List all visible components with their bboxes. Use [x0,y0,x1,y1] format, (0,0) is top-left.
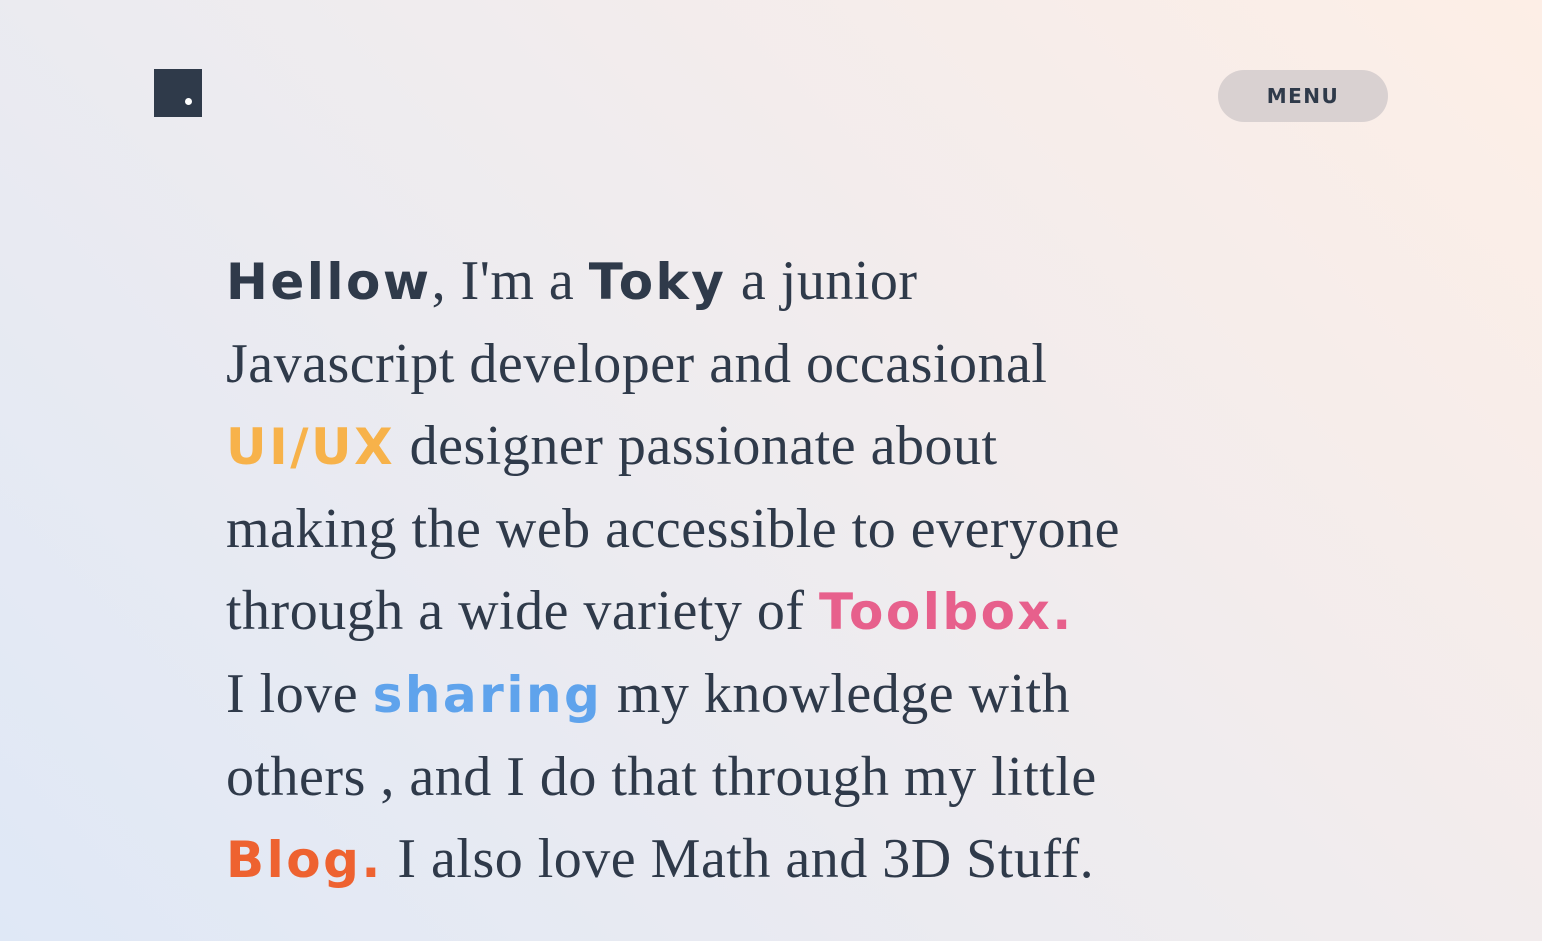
uiux-highlight: UI/UX [226,418,396,476]
intro-text-2: a junior [726,250,918,312]
intro-text-5: making the web accessible to everyone [226,498,1120,560]
intro-text-6: through a wide variety of [226,580,820,642]
blog-link[interactable]: Blog. [226,831,383,889]
intro-text-8: my knowledge with [602,663,1071,725]
intro-text-10: I also love Math and 3D Stuff. [382,828,1095,890]
intro-text-1: , I'm a [431,250,589,312]
home-logo[interactable] [154,69,202,117]
logo-dot-icon [185,98,192,105]
intro-text-7: I love [226,663,373,725]
greeting-highlight: Hellow [226,253,432,311]
toolbox-link[interactable]: Toolbox. [819,583,1074,641]
menu-button[interactable]: MENU [1218,70,1388,122]
intro-text-3: Javascript developer and occasional [226,333,1048,395]
intro-text-9: others , and I do that through my little [226,746,1097,808]
intro-text-4: designer passionate about [395,415,998,477]
name-highlight: Toky [588,253,727,311]
intro-paragraph: Hellow, I'm a Toky a junior Javascript de… [226,240,1356,901]
sharing-highlight: sharing [372,666,603,724]
